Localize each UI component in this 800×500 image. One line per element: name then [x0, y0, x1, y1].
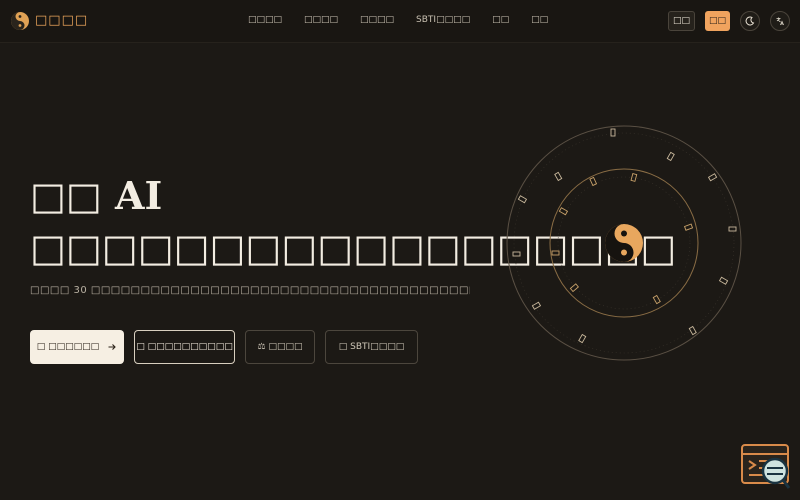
outer-glyph — [610, 128, 616, 137]
outer-glyph — [531, 301, 542, 310]
bagua-diagram — [506, 125, 742, 361]
inner-glyph — [551, 250, 560, 256]
secondary-cta-button[interactable]: □ □□□□□□□□□□ — [134, 330, 235, 364]
arrow-right-icon — [108, 344, 116, 350]
inner-glyph — [569, 283, 579, 293]
inner-glyph — [589, 176, 598, 187]
nav-item-5[interactable]: □□ — [492, 15, 509, 25]
secondary-cta-label: □ □□□□□□□□□□ — [136, 342, 233, 352]
sbti-cta-button[interactable]: □ SBTI□□□□ — [325, 330, 418, 364]
compare-cta-button[interactable]: ⚖ □□□□ — [245, 330, 315, 364]
main-nav: □□□□ □□□□ □□□□ SBTI□□□□ □□ □□ — [248, 15, 548, 25]
nav-item-1[interactable]: □□□□ — [248, 15, 282, 25]
translate-icon — [776, 17, 784, 26]
outer-glyph — [512, 251, 521, 257]
outer-glyph — [517, 195, 528, 204]
outer-glyph — [666, 151, 675, 162]
primary-cta-label: □ □□□□□□ — [36, 342, 100, 352]
inner-glyph — [683, 223, 694, 231]
hero-title: □□ AI □□□□□□□□□□□□□□□□□□ — [30, 173, 677, 270]
hero-subtitle: □□□□ 30 □□□□□□□□□□□□□□□□□□□□□□□□□□□□□□□□… — [30, 285, 470, 296]
register-button[interactable]: □□ — [705, 11, 730, 31]
sbti-cta-label: □ SBTI□□□□ — [338, 342, 405, 352]
nav-item-3[interactable]: □□□□ — [360, 15, 394, 25]
theme-toggle-button[interactable] — [740, 11, 760, 31]
yin-yang-icon — [605, 224, 643, 262]
outer-glyph — [688, 325, 697, 336]
nav-item-sbti[interactable]: SBTI□□□□ — [416, 15, 470, 25]
outer-glyph — [554, 171, 563, 182]
outer-glyph — [707, 173, 718, 182]
inner-glyph — [652, 294, 661, 305]
outer-glyph — [718, 276, 729, 285]
moon-icon — [745, 16, 755, 26]
brand-name[interactable]: □□□□ — [35, 13, 88, 28]
nav-item-6[interactable]: □□ — [531, 15, 548, 25]
login-button[interactable]: □□ — [668, 11, 695, 31]
compare-cta-label: ⚖ □□□□ — [257, 342, 303, 352]
outer-glyph — [728, 226, 737, 232]
nav-item-2[interactable]: □□□□ — [304, 15, 338, 25]
primary-cta-button[interactable]: □ □□□□□□ — [30, 330, 124, 364]
assistant-widget-icon[interactable] — [741, 444, 791, 490]
top-nav-bar: □□□□ □□□□ □□□□ □□□□ SBTI□□□□ □□ □□ □□ □□ — [0, 0, 800, 43]
yin-yang-logo-icon[interactable] — [10, 11, 30, 31]
language-button[interactable] — [770, 11, 790, 31]
outer-glyph — [578, 333, 587, 344]
